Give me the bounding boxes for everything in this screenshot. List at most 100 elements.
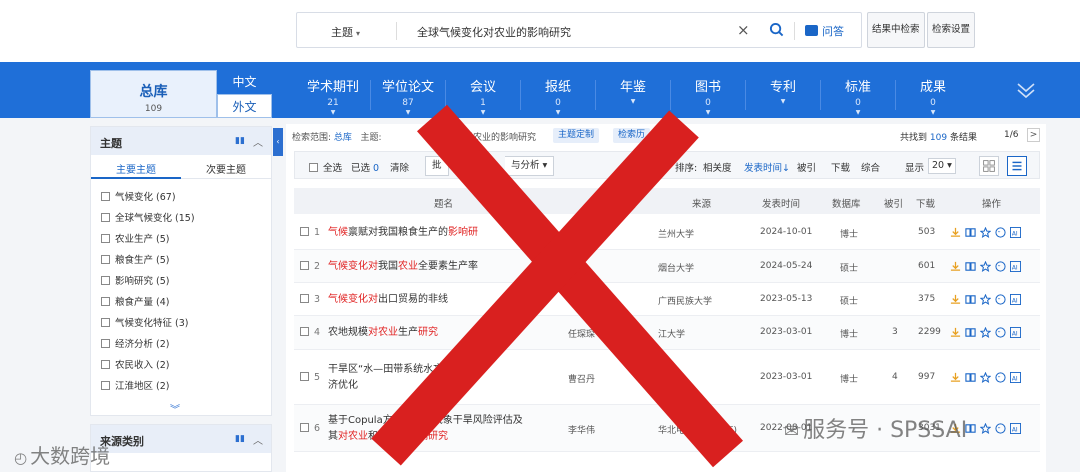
cite-icon[interactable]: ” [995, 371, 1006, 383]
breadcrumb-scope[interactable]: 总库 [334, 133, 352, 143]
table-row[interactable]: 3 气候变化对出口贸易的非线 广西民族大学 2023-05-13 硕士 375 ” AI [294, 283, 1040, 316]
row-checkbox[interactable]: 3 [300, 293, 320, 305]
cite-icon[interactable]: ” [995, 422, 1006, 434]
topic-filter-item[interactable]: 全球气候变化 (15) [101, 210, 195, 224]
tab-category-0[interactable]: 学术期刊 21 ▼ [296, 76, 370, 116]
checkbox-icon[interactable] [101, 297, 110, 306]
ai-icon[interactable]: AI [1010, 260, 1021, 272]
result-source[interactable]: 广西民族大学 [658, 294, 712, 307]
result-downloads[interactable]: 503 [918, 227, 935, 237]
next-page-button[interactable]: > [1027, 128, 1040, 142]
tab-secondary-topic[interactable]: 次要主题 [181, 161, 271, 176]
result-title-link[interactable]: 气候变化对出口贸易的非线 [328, 292, 568, 308]
result-cited[interactable]: 3 [892, 327, 898, 337]
download-icon[interactable] [950, 227, 961, 238]
checkbox-icon[interactable] [101, 381, 110, 390]
table-row[interactable]: 5 干旱区“水—田带系统水文经 济优化 曹召丹 2023-03-01 博士 4 997” AI [294, 350, 1040, 405]
checkbox-icon[interactable] [101, 234, 110, 243]
table-row[interactable]: 2 气候变化对我国农业全要素生产率 烟台大学 2024-05-24 硕士 601 ” AI [294, 250, 1040, 283]
sort-overall[interactable]: 综合 [861, 160, 880, 174]
qa-button[interactable]: 问答 [805, 23, 844, 39]
result-author[interactable]: 曹召丹 [568, 372, 595, 385]
row-checkbox[interactable]: 2 [300, 260, 320, 272]
tab-primary-topic[interactable]: 主要主题 [91, 161, 181, 179]
header-title[interactable]: 题名 [434, 196, 453, 210]
sort-downloads[interactable]: 下载 [831, 160, 850, 174]
read-icon[interactable] [965, 372, 976, 383]
clear-selection-button[interactable]: 清除 [390, 160, 409, 174]
select-all-checkbox[interactable]: 全选 [309, 160, 342, 174]
favorite-icon[interactable] [979, 371, 992, 383]
collapse-sidebar-button[interactable]: ‹ [273, 128, 283, 156]
checkbox-icon[interactable] [101, 255, 110, 264]
clear-icon[interactable]: × [737, 21, 750, 39]
row-checkbox[interactable]: 1 [300, 227, 320, 238]
cite-icon[interactable]: ” [995, 327, 1006, 338]
read-icon[interactable] [965, 327, 976, 338]
page-size-select[interactable]: 20 ▾ [928, 158, 956, 174]
topic-filter-item[interactable]: 气候变化 (67) [101, 189, 176, 203]
tab-category-5[interactable]: 图书 0 ▼ [671, 76, 745, 116]
bar-chart-icon[interactable]: ▮▮ [235, 136, 245, 146]
chevron-up-icon[interactable]: ︿ [253, 432, 263, 447]
cite-icon[interactable]: ” [995, 293, 1006, 305]
sort-relevance[interactable]: 相关度 [703, 160, 732, 174]
search-settings-button[interactable]: 检索设置 [927, 12, 976, 48]
topic-filter-item[interactable]: 农业生产 (5) [101, 231, 169, 245]
checkbox-icon[interactable] [101, 213, 110, 222]
result-author[interactable]: 任琛琛 [568, 327, 595, 340]
grid-view-icon[interactable] [979, 156, 999, 176]
search-box[interactable]: 主题 ▾ 全球气候变化对农业的影响研究 × 问答 [296, 12, 862, 48]
tab-category-6[interactable]: 专利 ▼ [746, 76, 820, 105]
topic-filter-item[interactable]: 影响研究 (5) [101, 273, 169, 287]
result-title-link[interactable]: 气候变化对我国农业全要素生产率 [328, 259, 568, 275]
tab-all-library[interactable]: 总库 109 [90, 70, 217, 118]
favorite-icon[interactable] [979, 226, 992, 238]
lang-foreign-tab[interactable]: 外文 [217, 94, 272, 118]
download-icon[interactable] [950, 327, 961, 338]
cite-icon[interactable]: ” [995, 260, 1006, 272]
result-source[interactable]: 江大学 [658, 327, 685, 340]
result-title-link[interactable]: 气候禀赋对我国粮食生产的影响研 [328, 225, 568, 241]
search-icon[interactable] [769, 22, 784, 37]
search-history-button[interactable]: 检索历 [613, 128, 651, 143]
download-icon[interactable] [950, 294, 961, 305]
ai-icon[interactable]: AI [1010, 293, 1021, 305]
result-downloads[interactable]: 2299 [918, 327, 941, 337]
ai-icon[interactable]: AI [1010, 422, 1021, 434]
topic-filter-item[interactable]: 粮食产量 (4) [101, 294, 169, 308]
bar-chart-icon[interactable]: ▮▮ [235, 434, 245, 444]
tab-category-3[interactable]: 报纸 0 ▼ [521, 76, 595, 116]
topic-filter-item[interactable]: 气候变化特征 (3) [101, 315, 188, 329]
checkbox-icon[interactable] [101, 192, 110, 201]
favorite-icon[interactable] [979, 422, 992, 434]
row-checkbox[interactable]: 6 [300, 422, 320, 434]
result-downloads[interactable]: 601 [918, 261, 935, 271]
result-author[interactable]: 李华伟 [568, 423, 595, 436]
result-downloads[interactable]: 375 [918, 294, 935, 304]
search-in-results-button[interactable]: 结果中检索 [867, 12, 925, 48]
download-icon[interactable] [950, 261, 961, 272]
result-downloads[interactable]: 997 [918, 372, 935, 382]
topic-custom-button[interactable]: 主题定制 [553, 128, 600, 143]
read-icon[interactable] [965, 294, 976, 305]
export-analysis-dropdown[interactable]: 与分析 ▾ [505, 156, 555, 176]
topic-filter-item[interactable]: 农民收入 (2) [101, 357, 169, 371]
download-icon[interactable] [950, 372, 961, 383]
result-title-link[interactable]: 基于Copula方法的新疆气象干旱风险评估及 其对农业和植被的影响研究 [328, 413, 568, 445]
tab-category-1[interactable]: 学位论文 87 ▼ [371, 76, 445, 116]
checkbox-icon[interactable] [101, 360, 110, 369]
tab-category-7[interactable]: 标准 0 ▼ [821, 76, 895, 116]
result-source[interactable]: 华北电力大学(北京) [658, 423, 737, 436]
show-more-icon[interactable]: ︾ [170, 401, 180, 416]
sort-publish-date[interactable]: 发表时间↓ [744, 160, 790, 174]
expand-chevron-icon[interactable] [1016, 80, 1036, 100]
cite-icon[interactable]: ” [995, 227, 1006, 238]
favorite-icon[interactable] [979, 293, 992, 305]
ai-icon[interactable]: AI [1010, 227, 1021, 238]
tab-category-8[interactable]: 成果 0 ▼ [896, 76, 970, 116]
ai-icon[interactable]: AI [1010, 371, 1021, 383]
result-source[interactable]: 烟台大学 [658, 261, 694, 274]
checkbox-icon[interactable] [101, 276, 110, 285]
row-checkbox[interactable]: 5 [300, 371, 320, 383]
